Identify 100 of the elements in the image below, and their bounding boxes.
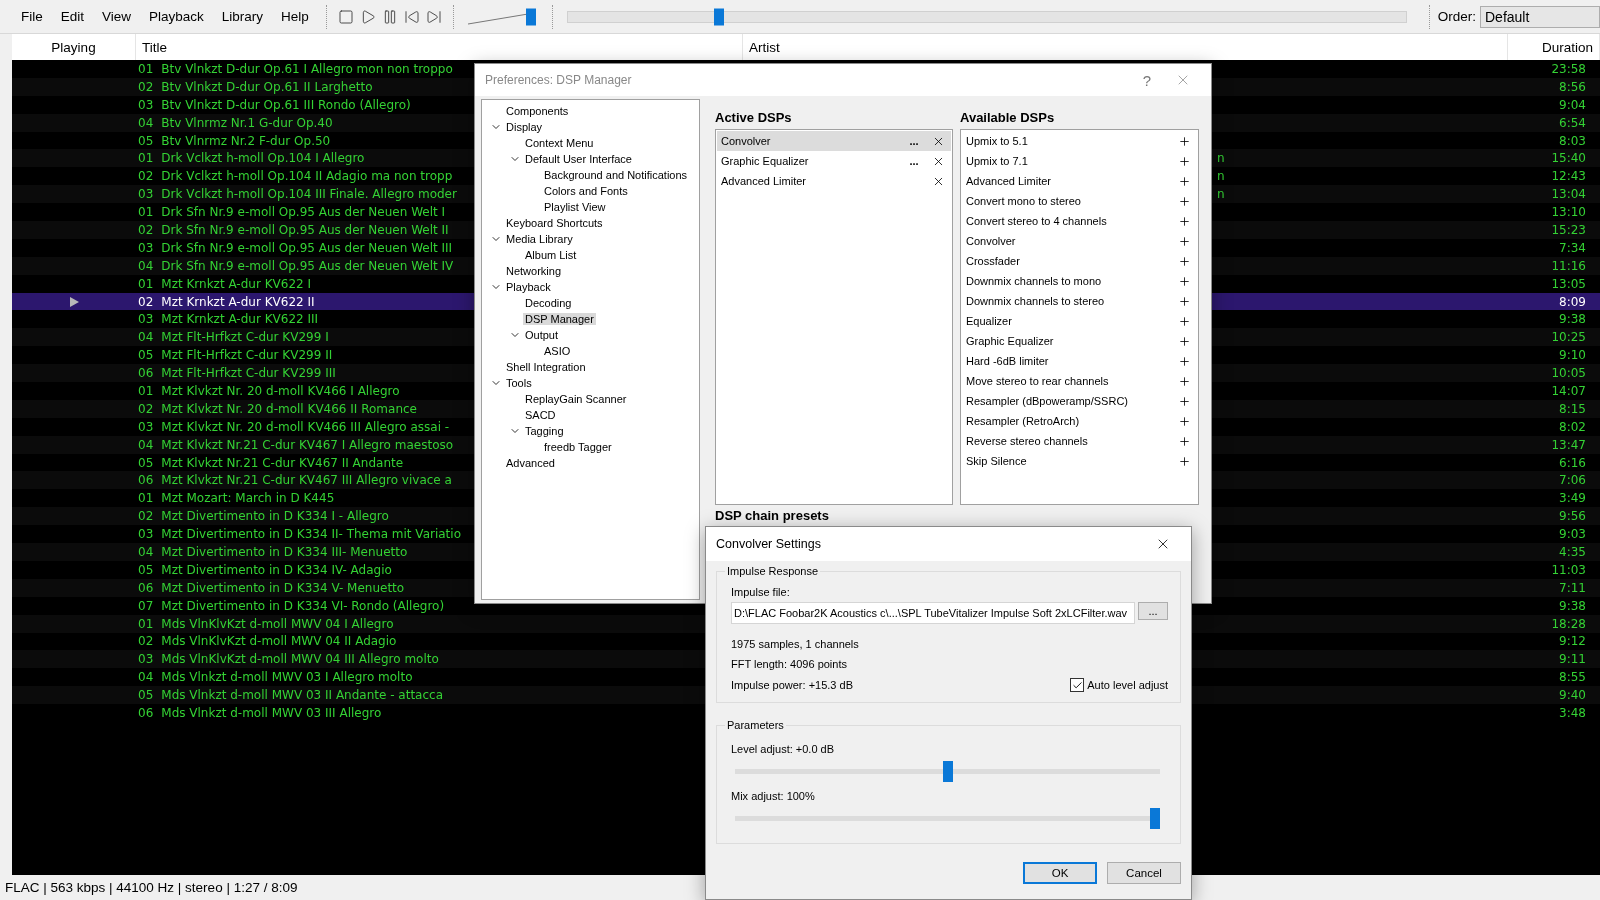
track-duration: 9:38: [1558, 312, 1587, 327]
track-title: Mzt Flt-Hrfkzt C-dur KV299 I: [161, 330, 329, 345]
track-number: 01: [138, 491, 154, 506]
track-duration: 13:47: [1550, 437, 1587, 452]
track-duration: 10:05: [1550, 366, 1587, 381]
track-number: 06: [138, 473, 154, 488]
track-title: Btv Vlnrmz Nr.2 F-dur Op.50: [161, 133, 331, 148]
track-duration: 7:11: [1558, 580, 1587, 595]
track-title: Drk Vclkzt h-moll Op.104 II Adagio ma non tropp: [161, 169, 453, 184]
order-label: Order:: [1437, 9, 1476, 24]
track-duration: 13:10: [1550, 205, 1587, 220]
track-number: 03: [138, 527, 154, 542]
track-duration: 8:03: [1558, 133, 1587, 148]
track-duration: 13:04: [1550, 187, 1587, 202]
field-label: Impulse file:: [731, 586, 791, 598]
track-duration: 15:40: [1550, 151, 1587, 166]
track-duration: 11:03: [1550, 562, 1587, 577]
track-number: 03: [138, 652, 154, 667]
track-number: 06: [138, 580, 154, 595]
track-title: Btv Vlnkzt D-dur Op.61 I Allegro mon non troppo: [161, 61, 453, 76]
window-title: Preferences: DSP Manager: [485, 73, 633, 87]
track-number: 05: [138, 688, 154, 703]
track-duration: 13:05: [1550, 276, 1587, 291]
track-title: Mzt Klvkzt Nr. 20 d-moll KV466 III Allegro assai -: [161, 419, 450, 434]
track-title: Btv Vlnkzt D-dur Op.61 II Larghetto: [161, 79, 373, 94]
track-title: Mzt Klvkzt Nr.21 C-dur KV467 III Allegro vivace a: [161, 473, 452, 488]
track-number: 02: [138, 222, 154, 237]
track-number: 03: [138, 312, 154, 327]
track-title: n: [1217, 187, 1225, 202]
track-duration: 12:43: [1550, 169, 1587, 184]
track-title: Mzt Krnkzt A-dur KV622 I: [161, 276, 311, 291]
track-duration: 9:04: [1558, 97, 1587, 112]
track-duration: 9:11: [1558, 652, 1587, 667]
track-duration: 9:40: [1558, 688, 1587, 703]
track-title: Mzt Divertimento in D K334 VI- Rondo (Allegro): [161, 598, 445, 613]
track-title: Mzt Flt-Hrfkzt C-dur KV299 II: [161, 348, 333, 363]
track-duration: 6:16: [1558, 455, 1587, 470]
track-number: 05: [138, 562, 154, 577]
track-title: Mzt Divertimento in D K334 IV- Adagio: [161, 562, 392, 577]
track-title: n: [1217, 169, 1225, 184]
track-number: 06: [138, 706, 154, 720]
track-number: 04: [138, 258, 154, 273]
slider-label: Mix adjust: 100%: [731, 790, 816, 802]
track-number: 03: [138, 97, 154, 112]
track-title: Mzt Klvkzt Nr.21 C-dur KV467 I Allegro maestoso: [161, 437, 454, 452]
track-duration: 8:09: [1558, 294, 1587, 309]
track-number: 04: [138, 545, 154, 559]
track-duration: 8:55: [1558, 670, 1587, 685]
track-number: 01: [138, 383, 154, 398]
track-title: Drk Sfn Nr.9 e-moll Op.95 Aus der Neuen Welt III: [161, 240, 453, 255]
track-number: 02: [138, 169, 154, 184]
track-title: Mzt Klvkzt Nr. 20 d-moll KV466 II Romance: [161, 401, 417, 416]
track-number: 01: [138, 151, 154, 166]
track-number: 04: [138, 437, 154, 452]
track-title: Btv Vlnrmz Nr.1 G-dur Op.40: [161, 115, 333, 130]
track-number: 01: [138, 205, 154, 220]
track-title: Mzt Klvkzt Nr. 20 d-moll KV466 I Allegro: [161, 383, 400, 398]
track-duration: 7:06: [1558, 473, 1587, 488]
track-duration: 23:58: [1550, 61, 1587, 76]
track-title: Mds Vlnkzt d-moll MWV 03 II Andante - attacca: [161, 688, 444, 703]
track-duration: 7:34: [1558, 240, 1587, 255]
track-duration: 14:07: [1550, 383, 1587, 398]
info-text: 1975 samples, 1 channels: [731, 638, 860, 650]
track-number: 01: [138, 61, 154, 76]
track-title: Mzt Divertimento in D K334 I - Allegro: [161, 509, 389, 524]
slider-label: Level adjust: +0.0 dB: [731, 743, 836, 755]
track-number: 02: [138, 79, 154, 94]
track-duration: 8:56: [1558, 79, 1587, 94]
track-title: Drk Vclkzt h-moll Op.104 I Allegro: [161, 151, 365, 166]
track-title: Mzt Klvkzt Nr.21 C-dur KV467 II Andante: [161, 455, 404, 470]
track-number: 03: [138, 240, 154, 255]
track-number: 03: [138, 419, 154, 434]
track-duration: 3:49: [1558, 491, 1587, 506]
track-title: Mzt Krnkzt A-dur KV622 II: [161, 294, 315, 309]
track-duration: 4:35: [1558, 545, 1587, 559]
track-duration: 3:48: [1558, 706, 1587, 720]
track-number: 02: [138, 509, 154, 524]
track-title: Drk Vclkzt h-moll Op.104 III Finale. Allegro moder: [161, 187, 457, 202]
track-number: 07: [138, 598, 154, 613]
track-title: Drk Sfn Nr.9 e-moll Op.95 Aus der Neuen Welt I: [161, 205, 446, 220]
track-number: 02: [138, 401, 154, 416]
group-label: Impulse Response: [725, 565, 821, 577]
track-number: 04: [138, 670, 154, 685]
track-duration: 9:12: [1558, 634, 1587, 649]
track-title: Mds VlnKlvKzt d-moll MWV 04 III Allegro molto: [161, 652, 439, 667]
track-duration: 9:03: [1558, 527, 1587, 542]
track-title: Mzt Mozart: March in D K445: [161, 491, 335, 506]
track-number: 05: [138, 455, 154, 470]
track-duration: 8:15: [1558, 401, 1587, 416]
track-duration: 9:38: [1558, 598, 1587, 613]
track-duration: 10:25: [1550, 330, 1587, 345]
track-number: 02: [138, 634, 154, 649]
track-title: Drk Sfn Nr.9 e-moll Op.95 Aus der Neuen Welt IV: [161, 258, 454, 273]
track-number: 02: [138, 294, 154, 309]
section-heading: DSP chain presets: [715, 508, 829, 523]
track-title: Mzt Krnkzt A-dur KV622 III: [161, 312, 319, 327]
track-title: Mds VlnKlvKzt d-moll MWV 04 II Adagio: [161, 634, 397, 649]
track-duration: 11:16: [1550, 258, 1587, 273]
track-title: Mds Vlnkzt d-moll MWV 03 III Allegro: [161, 706, 382, 720]
section-heading: Available DSPs: [960, 109, 1056, 127]
